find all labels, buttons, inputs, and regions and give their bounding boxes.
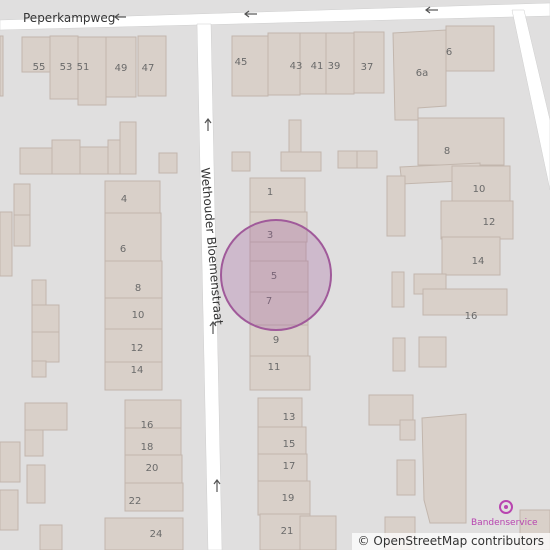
house-number: 24 bbox=[150, 529, 163, 540]
building bbox=[104, 212, 162, 262]
house-number: 4 bbox=[121, 194, 127, 205]
building bbox=[445, 25, 495, 72]
house-number: 11 bbox=[268, 362, 281, 373]
building bbox=[19, 147, 55, 175]
building bbox=[249, 177, 306, 213]
house-number: 22 bbox=[129, 496, 142, 507]
house-number: 39 bbox=[328, 61, 341, 72]
house-number: 51 bbox=[77, 62, 90, 73]
house-number: 41 bbox=[311, 61, 324, 72]
building bbox=[417, 117, 505, 166]
building bbox=[24, 402, 68, 431]
poi-label-bandenservice[interactable]: Bandenservice bbox=[471, 518, 538, 528]
house-number: 12 bbox=[483, 217, 496, 228]
house-number: 14 bbox=[472, 256, 485, 267]
house-number: 10 bbox=[132, 310, 145, 321]
map-view[interactable]: 55 53 51 49 47 45 43 41 39 37 6 6a 8 10 … bbox=[0, 0, 550, 550]
building bbox=[280, 151, 322, 172]
building bbox=[440, 200, 514, 240]
building bbox=[26, 464, 46, 504]
building bbox=[31, 360, 47, 378]
attribution-link[interactable]: OpenStreetMap contributors bbox=[373, 534, 544, 548]
building bbox=[392, 337, 406, 372]
house-number: 16 bbox=[141, 420, 154, 431]
house-number: 55 bbox=[33, 62, 46, 73]
house-number: 20 bbox=[146, 463, 159, 474]
house-number: 43 bbox=[290, 61, 303, 72]
copyright-symbol: © bbox=[357, 534, 370, 548]
house-number: 15 bbox=[283, 439, 296, 450]
house-number: 13 bbox=[283, 412, 296, 423]
building bbox=[119, 121, 137, 175]
building bbox=[386, 175, 406, 237]
house-number: 19 bbox=[282, 493, 295, 504]
house-number: 12 bbox=[131, 343, 144, 354]
building bbox=[104, 180, 161, 214]
building bbox=[31, 331, 60, 363]
building bbox=[396, 459, 416, 496]
house-number: 14 bbox=[131, 365, 144, 376]
tyre-shop-icon[interactable] bbox=[499, 500, 513, 514]
building bbox=[299, 515, 337, 550]
building bbox=[39, 524, 63, 550]
building bbox=[257, 397, 303, 429]
house-number: 18 bbox=[141, 442, 154, 453]
house-number: 1 bbox=[267, 187, 273, 198]
building bbox=[399, 419, 416, 441]
building bbox=[421, 413, 467, 524]
building bbox=[24, 429, 44, 457]
house-number: 9 bbox=[273, 335, 279, 346]
road-east[interactable] bbox=[511, 9, 550, 191]
house-number: 6a bbox=[416, 68, 429, 79]
location-highlight-circle[interactable] bbox=[220, 219, 332, 331]
attribution: © OpenStreetMap contributors bbox=[351, 533, 550, 550]
house-number: 8 bbox=[444, 146, 450, 157]
building bbox=[0, 441, 21, 483]
building bbox=[31, 304, 60, 334]
building bbox=[79, 146, 109, 175]
house-number: 53 bbox=[60, 62, 73, 73]
building bbox=[51, 139, 81, 175]
house-number: 49 bbox=[115, 63, 128, 74]
house-number: 37 bbox=[361, 62, 374, 73]
building bbox=[13, 214, 31, 247]
building bbox=[0, 35, 4, 97]
building bbox=[391, 271, 405, 308]
building bbox=[231, 151, 251, 172]
house-number: 16 bbox=[465, 311, 478, 322]
street-label-peperkampweg: Peperkampweg bbox=[23, 11, 115, 25]
building bbox=[0, 489, 19, 531]
building bbox=[104, 260, 163, 299]
building bbox=[418, 336, 447, 368]
map-canvas: 55 53 51 49 47 45 43 41 39 37 6 6a 8 10 … bbox=[0, 2, 550, 550]
house-number: 45 bbox=[235, 57, 248, 68]
building bbox=[104, 517, 184, 550]
house-number: 8 bbox=[135, 283, 141, 294]
house-number: 17 bbox=[283, 461, 296, 472]
building bbox=[158, 152, 178, 174]
house-number: 47 bbox=[142, 63, 155, 74]
building bbox=[356, 150, 378, 169]
house-number: 6 bbox=[120, 244, 126, 255]
house-number: 6 bbox=[446, 47, 452, 58]
house-number: 21 bbox=[281, 526, 294, 537]
building bbox=[13, 183, 31, 217]
house-number: 10 bbox=[473, 184, 486, 195]
building bbox=[31, 279, 47, 307]
building bbox=[337, 150, 358, 169]
building bbox=[0, 211, 13, 277]
